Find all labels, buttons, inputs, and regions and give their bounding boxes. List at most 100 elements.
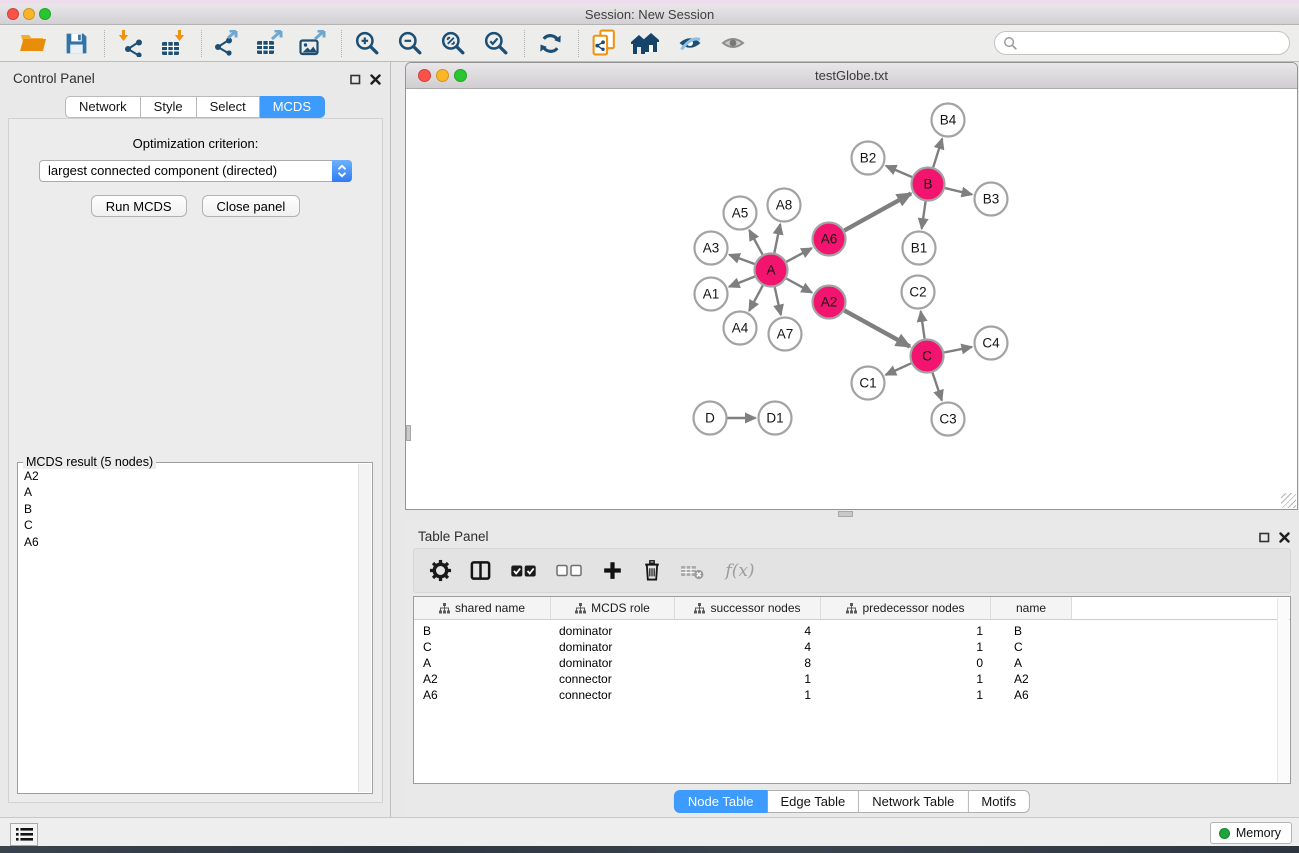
cell-predecessor-nodes[interactable]: 1 [821, 671, 991, 687]
cell-successor-nodes[interactable]: 1 [675, 671, 821, 687]
cell-MCDS-role[interactable]: connector [551, 687, 675, 703]
node-A2[interactable]: A2 [813, 286, 846, 319]
save-session-button[interactable] [59, 27, 93, 59]
edge-B-B3[interactable] [945, 188, 972, 194]
cell-successor-nodes[interactable]: 8 [675, 655, 821, 671]
cell-MCDS-role[interactable]: connector [551, 671, 675, 687]
node-A6[interactable]: A6 [813, 223, 846, 256]
column-header-name[interactable]: name [991, 597, 1072, 619]
edge-A6-B[interactable] [844, 194, 911, 231]
criterion-dropdown[interactable]: largest connected component (directed) [39, 160, 352, 182]
import-table-button[interactable] [156, 27, 190, 59]
edge-C-C3[interactable] [933, 373, 942, 401]
splitter-handle-bottom[interactable] [838, 511, 853, 517]
cell-shared-name[interactable]: A2 [414, 671, 551, 687]
close-table-panel-icon[interactable] [1279, 530, 1290, 548]
table-settings-button[interactable] [428, 558, 452, 584]
tab-mcds[interactable]: MCDS [260, 96, 325, 118]
edge-C-C1[interactable] [886, 363, 911, 375]
tab-select[interactable]: Select [197, 96, 260, 118]
window-resize-grip[interactable] [1281, 493, 1296, 508]
column-header-successor-nodes[interactable]: successor nodes [675, 597, 821, 619]
node-D[interactable]: D [694, 402, 727, 435]
result-item[interactable]: C [24, 517, 356, 533]
node-C1[interactable]: C1 [852, 367, 885, 400]
table-row[interactable]: Adominator80A [414, 655, 1290, 671]
tab-style[interactable]: Style [141, 96, 197, 118]
select-all-columns-button[interactable] [508, 558, 538, 584]
node-A7[interactable]: A7 [769, 318, 802, 351]
node-C2[interactable]: C2 [902, 276, 935, 309]
edge-A-A6[interactable] [786, 248, 811, 262]
network-graph[interactable]: B4B2BB3A8A5A6A3B1AA1C2A2A4A7C4CC1C3DD1 [406, 89, 1297, 509]
float-panel-icon[interactable] [350, 72, 361, 90]
node-A4[interactable]: A4 [724, 312, 757, 345]
node-C4[interactable]: C4 [975, 327, 1008, 360]
table-row[interactable]: A6connector11A6 [414, 687, 1290, 703]
cell-MCDS-role[interactable]: dominator [551, 623, 675, 639]
cell-name[interactable]: A2 [991, 671, 1072, 687]
node-B3[interactable]: B3 [975, 183, 1008, 216]
clear-table-button[interactable] [680, 558, 704, 584]
node-B[interactable]: B [912, 168, 945, 201]
result-item[interactable]: B [24, 501, 356, 517]
cell-predecessor-nodes[interactable]: 1 [821, 687, 991, 703]
cell-MCDS-role[interactable]: dominator [551, 655, 675, 671]
cell-shared-name[interactable]: A [414, 655, 551, 671]
cell-successor-nodes[interactable]: 4 [675, 623, 821, 639]
run-mcds-button[interactable]: Run MCDS [91, 195, 187, 217]
cell-successor-nodes[interactable]: 4 [675, 639, 821, 655]
table-scrollbar[interactable] [1277, 598, 1289, 782]
dropdown-stepper-icon[interactable] [332, 160, 352, 182]
export-network-button[interactable] [210, 27, 244, 59]
zoom-out-button[interactable] [393, 27, 427, 59]
tab-network-table[interactable]: Network Table [859, 790, 968, 813]
edge-A2-C[interactable] [844, 310, 910, 346]
node-C[interactable]: C [911, 340, 944, 373]
node-C3[interactable]: C3 [932, 403, 965, 436]
tab-edge-table[interactable]: Edge Table [767, 790, 859, 813]
export-table-button[interactable] [253, 27, 287, 59]
node-B1[interactable]: B1 [903, 232, 936, 265]
cell-shared-name[interactable]: A6 [414, 687, 551, 703]
cell-name[interactable]: A6 [991, 687, 1072, 703]
tab-network[interactable]: Network [65, 96, 141, 118]
result-item[interactable]: A [24, 484, 356, 500]
result-item[interactable]: A6 [24, 534, 356, 550]
cell-name[interactable]: C [991, 639, 1072, 655]
edge-C-C2[interactable] [921, 311, 925, 338]
node-A3[interactable]: A3 [695, 232, 728, 265]
cell-predecessor-nodes[interactable]: 1 [821, 639, 991, 655]
column-header-shared-name[interactable]: shared name [414, 597, 551, 619]
mcds-result-list[interactable]: A2ABCA6 [20, 465, 356, 791]
open-session-button[interactable] [16, 27, 50, 59]
column-header-MCDS-role[interactable]: MCDS role [551, 597, 675, 619]
splitter-handle-left[interactable] [406, 425, 411, 441]
cell-name[interactable]: B [991, 623, 1072, 639]
node-A5[interactable]: A5 [724, 197, 757, 230]
edge-A-A3[interactable] [729, 255, 754, 264]
hide-graphics-details-button[interactable] [673, 27, 707, 59]
edge-A-A8[interactable] [774, 224, 780, 253]
edge-A-A2[interactable] [786, 279, 812, 293]
edge-A-A1[interactable] [729, 277, 755, 287]
edge-B-B1[interactable] [922, 201, 926, 228]
cell-predecessor-nodes[interactable]: 0 [821, 655, 991, 671]
refresh-layout-button[interactable] [533, 27, 567, 59]
memory-button[interactable]: Memory [1210, 822, 1292, 844]
network-canvas[interactable]: B4B2BB3A8A5A6A3B1AA1C2A2A4A7C4CC1C3DD1 [406, 89, 1297, 509]
table-row[interactable]: Bdominator41B [414, 623, 1290, 639]
panel-menu-button[interactable] [10, 823, 38, 846]
node-B2[interactable]: B2 [852, 142, 885, 175]
import-network-button[interactable] [113, 27, 147, 59]
node-A8[interactable]: A8 [768, 189, 801, 222]
tab-motifs[interactable]: Motifs [968, 790, 1030, 813]
delete-columns-button[interactable] [640, 558, 664, 584]
cell-name[interactable]: A [991, 655, 1072, 671]
create-column-button[interactable] [600, 558, 624, 584]
edge-B-B4[interactable] [933, 139, 942, 168]
edge-A-A7[interactable] [775, 287, 781, 315]
search-input[interactable] [1022, 34, 1289, 52]
cell-shared-name[interactable]: C [414, 639, 551, 655]
tab-node-table[interactable]: Node Table [674, 790, 768, 813]
